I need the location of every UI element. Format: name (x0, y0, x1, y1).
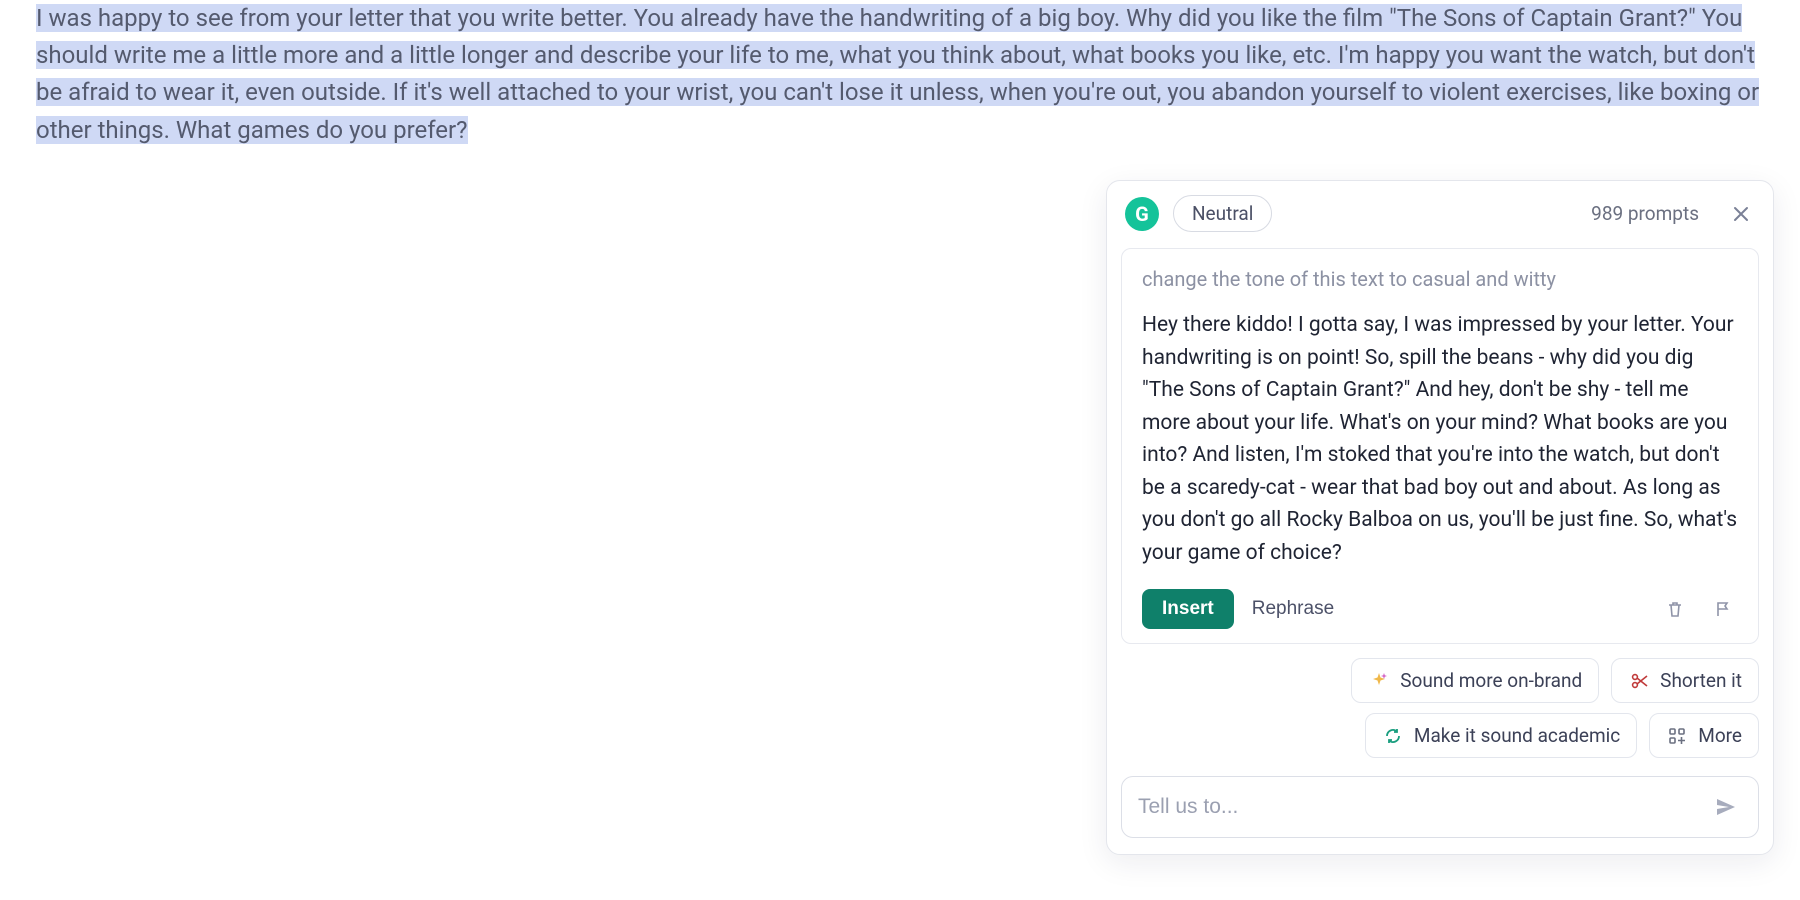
grid-plus-icon (1666, 725, 1688, 747)
trash-icon (1665, 599, 1685, 619)
panel-header: G Neutral 989 prompts (1107, 181, 1773, 242)
send-icon (1714, 795, 1738, 819)
delete-button[interactable] (1660, 594, 1690, 624)
selected-text[interactable]: I was happy to see from your letter that… (36, 4, 1759, 144)
result-text: Hey there kiddo! I gotta say, I was impr… (1142, 309, 1738, 569)
suggestion-shorten[interactable]: Shorten it (1611, 658, 1759, 703)
document-area: I was happy to see from your letter that… (0, 0, 1800, 149)
prompt-input-wrap (1121, 776, 1759, 838)
flag-icon (1713, 599, 1733, 619)
suggestion-more[interactable]: More (1649, 713, 1759, 758)
scissors-icon (1628, 670, 1650, 692)
prompt-input[interactable] (1138, 795, 1710, 819)
sparkle-icon (1368, 670, 1390, 692)
suggestion-label: Make it sound academic (1414, 724, 1620, 747)
grammarly-logo-icon: G (1125, 197, 1159, 231)
tone-chip[interactable]: Neutral (1173, 195, 1272, 232)
suggestions-row-1: Sound more on-brand Shorten it (1107, 644, 1773, 703)
suggestion-academic[interactable]: Make it sound academic (1365, 713, 1637, 758)
refresh-icon (1382, 725, 1404, 747)
suggestion-label: More (1698, 724, 1742, 747)
assistant-panel: G Neutral 989 prompts change the tone of… (1106, 180, 1774, 855)
suggestion-label: Shorten it (1660, 669, 1742, 692)
suggestion-label: Sound more on-brand (1400, 669, 1582, 692)
send-button[interactable] (1710, 791, 1742, 823)
suggestions-row-2: Make it sound academic More (1107, 703, 1773, 758)
action-row: Insert Rephrase (1142, 589, 1738, 629)
flag-button[interactable] (1708, 594, 1738, 624)
prompts-count: 989 prompts (1591, 202, 1699, 225)
prompt-echo: change the tone of this text to casual a… (1142, 267, 1738, 291)
close-icon (1732, 205, 1750, 223)
insert-button[interactable]: Insert (1142, 589, 1234, 629)
close-button[interactable] (1727, 200, 1755, 228)
suggestion-on-brand[interactable]: Sound more on-brand (1351, 658, 1599, 703)
result-card: change the tone of this text to casual a… (1121, 248, 1759, 644)
rephrase-button[interactable]: Rephrase (1252, 598, 1334, 620)
